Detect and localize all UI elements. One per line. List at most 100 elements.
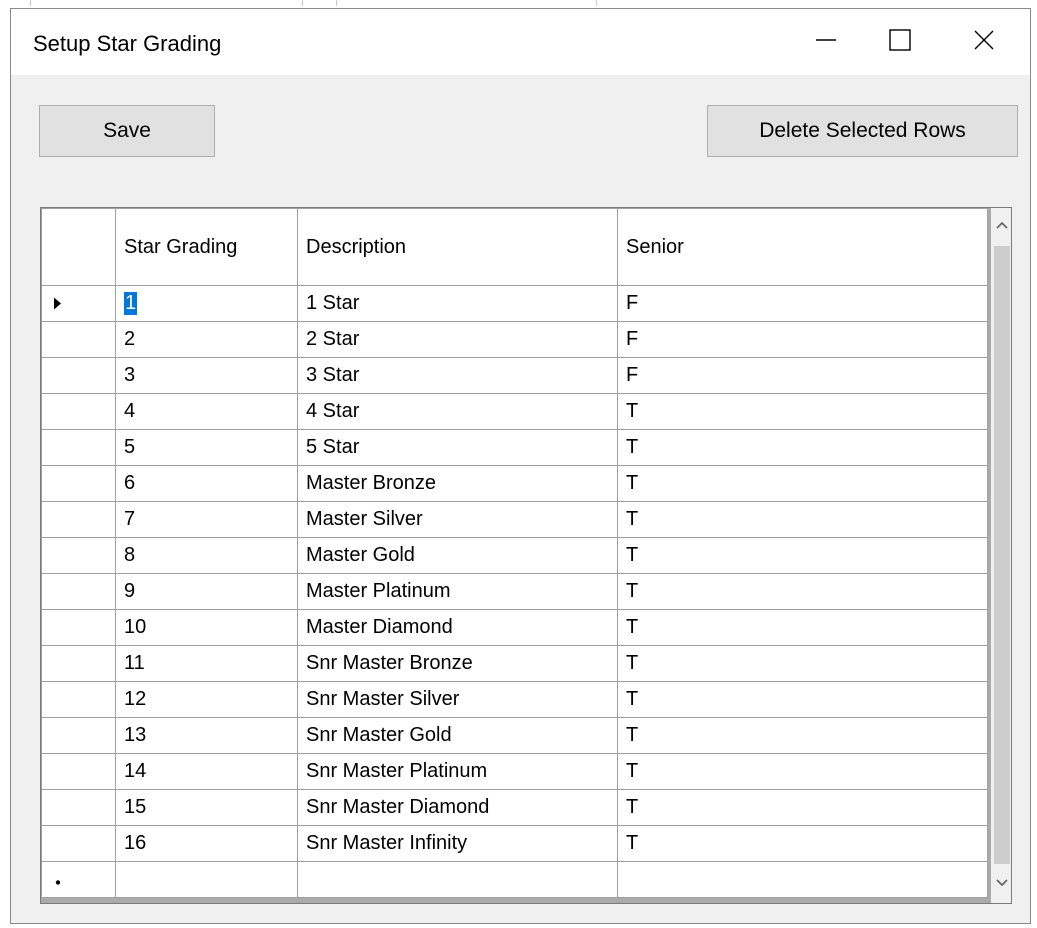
table-row[interactable]: 12 Snr Master Silver T: [41, 681, 988, 718]
new-row[interactable]: [41, 861, 988, 898]
cell-description[interactable]: Master Silver: [297, 501, 618, 538]
cell-description[interactable]: Snr Master Silver: [297, 681, 618, 718]
table-row[interactable]: 55 Star T: [41, 429, 988, 466]
cell-star-grading[interactable]: 13: [115, 717, 298, 754]
column-header-star-grading[interactable]: Star Grading: [115, 208, 298, 286]
cell-senior[interactable]: T: [617, 717, 988, 754]
cell-senior[interactable]: T: [617, 573, 988, 610]
cell-description[interactable]: Master Gold: [297, 537, 618, 574]
table-row[interactable]: 11 Snr Master Bronze T: [41, 645, 988, 682]
row-header[interactable]: [41, 645, 116, 682]
row-header[interactable]: [41, 321, 116, 358]
cell-star-grading[interactable]: 1: [115, 285, 298, 322]
cell-star-grading[interactable]: 4: [115, 393, 298, 430]
row-header[interactable]: [41, 465, 116, 502]
cell-senior[interactable]: T: [617, 465, 988, 502]
cell-senior[interactable]: T: [617, 501, 988, 538]
cell-senior[interactable]: T: [617, 537, 988, 574]
table-row[interactable]: 13 Snr Master Gold T: [41, 717, 988, 754]
table-row[interactable]: 16 Snr Master Infinity T: [41, 825, 988, 862]
table-row[interactable]: 9 Master Platinum T: [41, 573, 988, 610]
cell-star-grading[interactable]: [115, 861, 298, 898]
cell-description[interactable]: 1 Star: [297, 285, 618, 322]
cell-senior[interactable]: [617, 861, 988, 898]
save-button[interactable]: Save: [39, 105, 215, 157]
cell-description[interactable]: Snr Master Diamond: [297, 789, 618, 826]
cell-description[interactable]: Master Platinum: [297, 573, 618, 610]
title-bar[interactable]: Setup Star Grading: [11, 9, 1030, 75]
row-header[interactable]: [41, 717, 116, 754]
cell-senior[interactable]: T: [617, 825, 988, 862]
cell-star-grading[interactable]: 9: [115, 573, 298, 610]
row-header[interactable]: [41, 789, 116, 826]
table-row[interactable]: 22 Star F: [41, 321, 988, 358]
cell-star-grading[interactable]: 5: [115, 429, 298, 466]
cell-star-grading[interactable]: 12: [115, 681, 298, 718]
cell-senior[interactable]: T: [617, 789, 988, 826]
cell-star-grading[interactable]: 7: [115, 501, 298, 538]
row-header[interactable]: [41, 429, 116, 466]
row-header[interactable]: [41, 573, 116, 610]
table-row[interactable]: 15 Snr Master Diamond T: [41, 789, 988, 826]
cell-senior[interactable]: F: [617, 285, 988, 322]
table-row[interactable]: 44 Star T: [41, 393, 988, 430]
cell-star-grading[interactable]: 8: [115, 537, 298, 574]
table-row[interactable]: 6 Master Bronze T: [41, 465, 988, 502]
scroll-down-button[interactable]: [992, 866, 1011, 902]
cell-senior[interactable]: F: [617, 357, 988, 394]
cell-star-grading[interactable]: 6: [115, 465, 298, 502]
cell-description[interactable]: Snr Master Gold: [297, 717, 618, 754]
cell-description[interactable]: Snr Master Platinum: [297, 753, 618, 790]
cell-description[interactable]: [297, 861, 618, 898]
cell-description[interactable]: 5 Star: [297, 429, 618, 466]
table-row[interactable]: 8 Master Gold T: [41, 537, 988, 574]
cell-description[interactable]: Snr Master Bronze: [297, 645, 618, 682]
cell-star-grading[interactable]: 16: [115, 825, 298, 862]
cell-senior[interactable]: T: [617, 753, 988, 790]
table-row[interactable]: 10 Master Diamond T: [41, 609, 988, 646]
scroll-up-button[interactable]: [992, 208, 1011, 244]
cell-description[interactable]: 2 Star: [297, 321, 618, 358]
cell-description[interactable]: Master Bronze: [297, 465, 618, 502]
row-header[interactable]: [41, 393, 116, 430]
cell-star-grading[interactable]: 15: [115, 789, 298, 826]
cell-description[interactable]: Snr Master Infinity: [297, 825, 618, 862]
row-header[interactable]: [41, 609, 116, 646]
column-header-description[interactable]: Description: [297, 208, 618, 286]
cell-senior[interactable]: F: [617, 321, 988, 358]
minimize-button[interactable]: [789, 9, 863, 75]
row-header[interactable]: [41, 861, 116, 898]
table-row[interactable]: 33 Star F: [41, 357, 988, 394]
cell-senior[interactable]: T: [617, 393, 988, 430]
row-header-corner[interactable]: [41, 208, 116, 286]
maximize-button[interactable]: [863, 9, 937, 75]
delete-selected-rows-button[interactable]: Delete Selected Rows: [707, 105, 1018, 157]
cell-star-grading[interactable]: 2: [115, 321, 298, 358]
table-row[interactable]: 1 1 Star F: [41, 285, 988, 322]
cell-senior[interactable]: T: [617, 645, 988, 682]
close-button[interactable]: [947, 9, 1021, 75]
cell-star-grading[interactable]: 3: [115, 357, 298, 394]
row-header[interactable]: [41, 501, 116, 538]
cell-senior[interactable]: T: [617, 609, 988, 646]
row-header[interactable]: [41, 357, 116, 394]
row-header[interactable]: [41, 537, 116, 574]
cell-star-grading[interactable]: 14: [115, 753, 298, 790]
table-row[interactable]: 14 Snr Master Platinum T: [41, 753, 988, 790]
cell-description[interactable]: Master Diamond: [297, 609, 618, 646]
cell-senior[interactable]: T: [617, 681, 988, 718]
table-row[interactable]: 7 Master Silver T: [41, 501, 988, 538]
star-grading-grid[interactable]: Star Grading Description Senior 11 Star F…: [40, 207, 1012, 904]
cell-star-grading[interactable]: 11: [115, 645, 298, 682]
cell-star-grading[interactable]: 10: [115, 609, 298, 646]
cell-description[interactable]: 3 Star: [297, 357, 618, 394]
row-header[interactable]: [41, 753, 116, 790]
scroll-thumb[interactable]: [994, 246, 1010, 864]
vertical-scrollbar[interactable]: [991, 208, 1011, 903]
row-header[interactable]: [41, 285, 116, 322]
column-header-senior[interactable]: Senior: [617, 208, 988, 286]
row-header[interactable]: [41, 825, 116, 862]
cell-senior[interactable]: T: [617, 429, 988, 466]
row-header[interactable]: [41, 681, 116, 718]
cell-description[interactable]: 4 Star: [297, 393, 618, 430]
